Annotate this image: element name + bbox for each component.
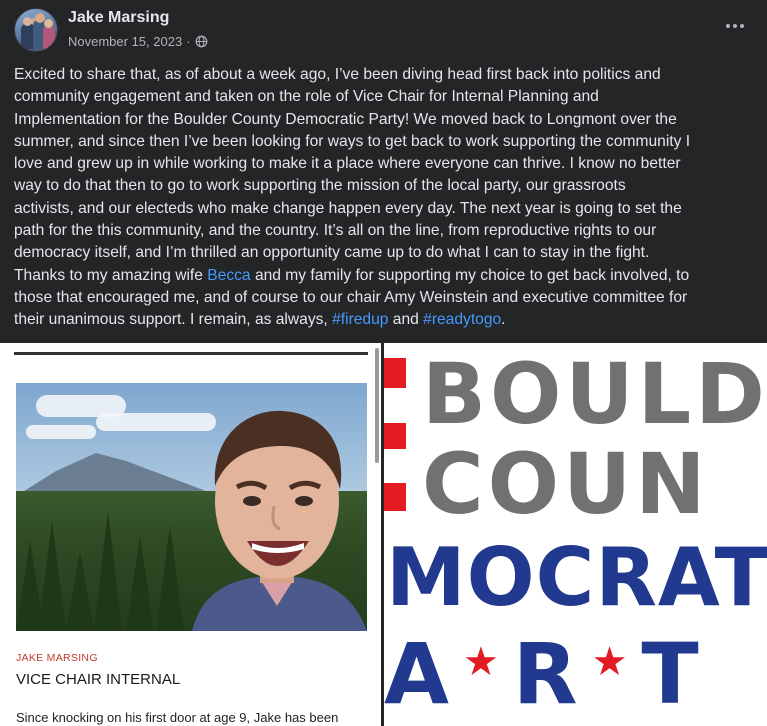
- logo-line-3: MOCRAT: [386, 531, 767, 624]
- logo-line-2: COUN: [422, 435, 710, 533]
- more-options-icon[interactable]: [721, 14, 749, 38]
- profile-card-image[interactable]: JAKE MARSING VICE CHAIR INTERNAL Since k…: [0, 343, 381, 726]
- post-text-segment: love and grew up in while working to mak…: [14, 155, 681, 173]
- logo-letter: A: [384, 625, 450, 723]
- post-text-segment: Thanks to my amazing wife: [14, 266, 208, 284]
- post-text-segment: .: [501, 311, 506, 329]
- post-text-line: summer, and since then I’ve been looking…: [14, 131, 759, 153]
- star-icon: ★: [591, 639, 628, 685]
- post-body: Excited to share that, as of about a wee…: [14, 64, 759, 332]
- post-text-line: path for the this community, and the cou…: [14, 220, 759, 242]
- post-text-line: community engagement and taken on the ro…: [14, 86, 759, 108]
- profile-bio: Since knocking on his first door at age …: [16, 710, 339, 725]
- logo-stripe: [384, 358, 406, 388]
- post-text-segment: democracy itself, and I’m thrilled an op…: [14, 244, 650, 262]
- post-header: Jake Marsing November 15, 2023 ·: [0, 0, 767, 60]
- post-text-segment: path for the this community, and the cou…: [14, 222, 657, 240]
- post-text-segment: summer, and since then I’ve been looking…: [14, 132, 691, 150]
- star-icon: ★: [463, 639, 499, 685]
- globe-icon[interactable]: [195, 35, 208, 48]
- post-date[interactable]: November 15, 2023: [68, 34, 182, 49]
- post-text-line: those that encouraged me, and of course …: [14, 287, 759, 309]
- author-name[interactable]: Jake Marsing: [68, 9, 169, 27]
- post-text-segment: and: [388, 311, 424, 329]
- post-text-segment: community engagement and taken on the ro…: [14, 88, 599, 106]
- logo-letter: R: [512, 625, 578, 723]
- logo-line-4: A ★ R ★ T: [384, 625, 699, 723]
- profile-name: JAKE MARSING: [16, 652, 98, 664]
- meta-separator: ·: [186, 34, 191, 49]
- logo-letter: T: [641, 625, 699, 723]
- post-text-line: love and grew up in while working to mak…: [14, 153, 759, 175]
- hashtag-link[interactable]: #firedup: [332, 311, 388, 328]
- divider: [14, 352, 368, 355]
- post-text-segment: activists, and our electeds who make cha…: [14, 199, 682, 217]
- post-text-segment: Excited to share that, as of about a wee…: [14, 66, 661, 83]
- post-text-line: Thanks to my amazing wife Becca and my f…: [14, 265, 759, 287]
- avatar[interactable]: [14, 8, 58, 52]
- post-text-line: Excited to share that, as of about a wee…: [14, 64, 759, 86]
- post-meta: November 15, 2023 ·: [68, 34, 208, 49]
- post-text-segment: way to do that then to go to work suppor…: [14, 177, 626, 195]
- post-text-line: their unanimous support. I remain, as al…: [14, 309, 759, 331]
- hashtag-link[interactable]: #readytogo: [423, 311, 501, 328]
- scrollbar: [375, 348, 379, 463]
- mention-link[interactable]: Becca: [207, 267, 250, 284]
- post-text-line: way to do that then to go to work suppor…: [14, 175, 759, 197]
- logo-line-1: BOULD: [422, 345, 767, 443]
- party-logo-image[interactable]: BOULD COUN MOCRAT A ★ R ★ T: [384, 343, 767, 726]
- logo-stripe: [384, 423, 406, 449]
- profile-photo: [16, 383, 367, 631]
- post-text-segment: their unanimous support. I remain, as al…: [14, 311, 333, 329]
- profile-role: VICE CHAIR INTERNAL: [16, 671, 181, 688]
- logo-stripe: [384, 483, 406, 511]
- post-text-line: Implementation for the Boulder County De…: [14, 109, 759, 131]
- post-media[interactable]: JAKE MARSING VICE CHAIR INTERNAL Since k…: [0, 343, 767, 726]
- post-text-line: activists, and our electeds who make cha…: [14, 198, 759, 220]
- post-text-segment: those that encouraged me, and of course …: [14, 288, 688, 306]
- post-text-line: democracy itself, and I’m thrilled an op…: [14, 242, 759, 264]
- post-text-segment: and my family for supporting my choice t…: [250, 266, 690, 284]
- post-text-segment: Implementation for the Boulder County De…: [14, 110, 677, 128]
